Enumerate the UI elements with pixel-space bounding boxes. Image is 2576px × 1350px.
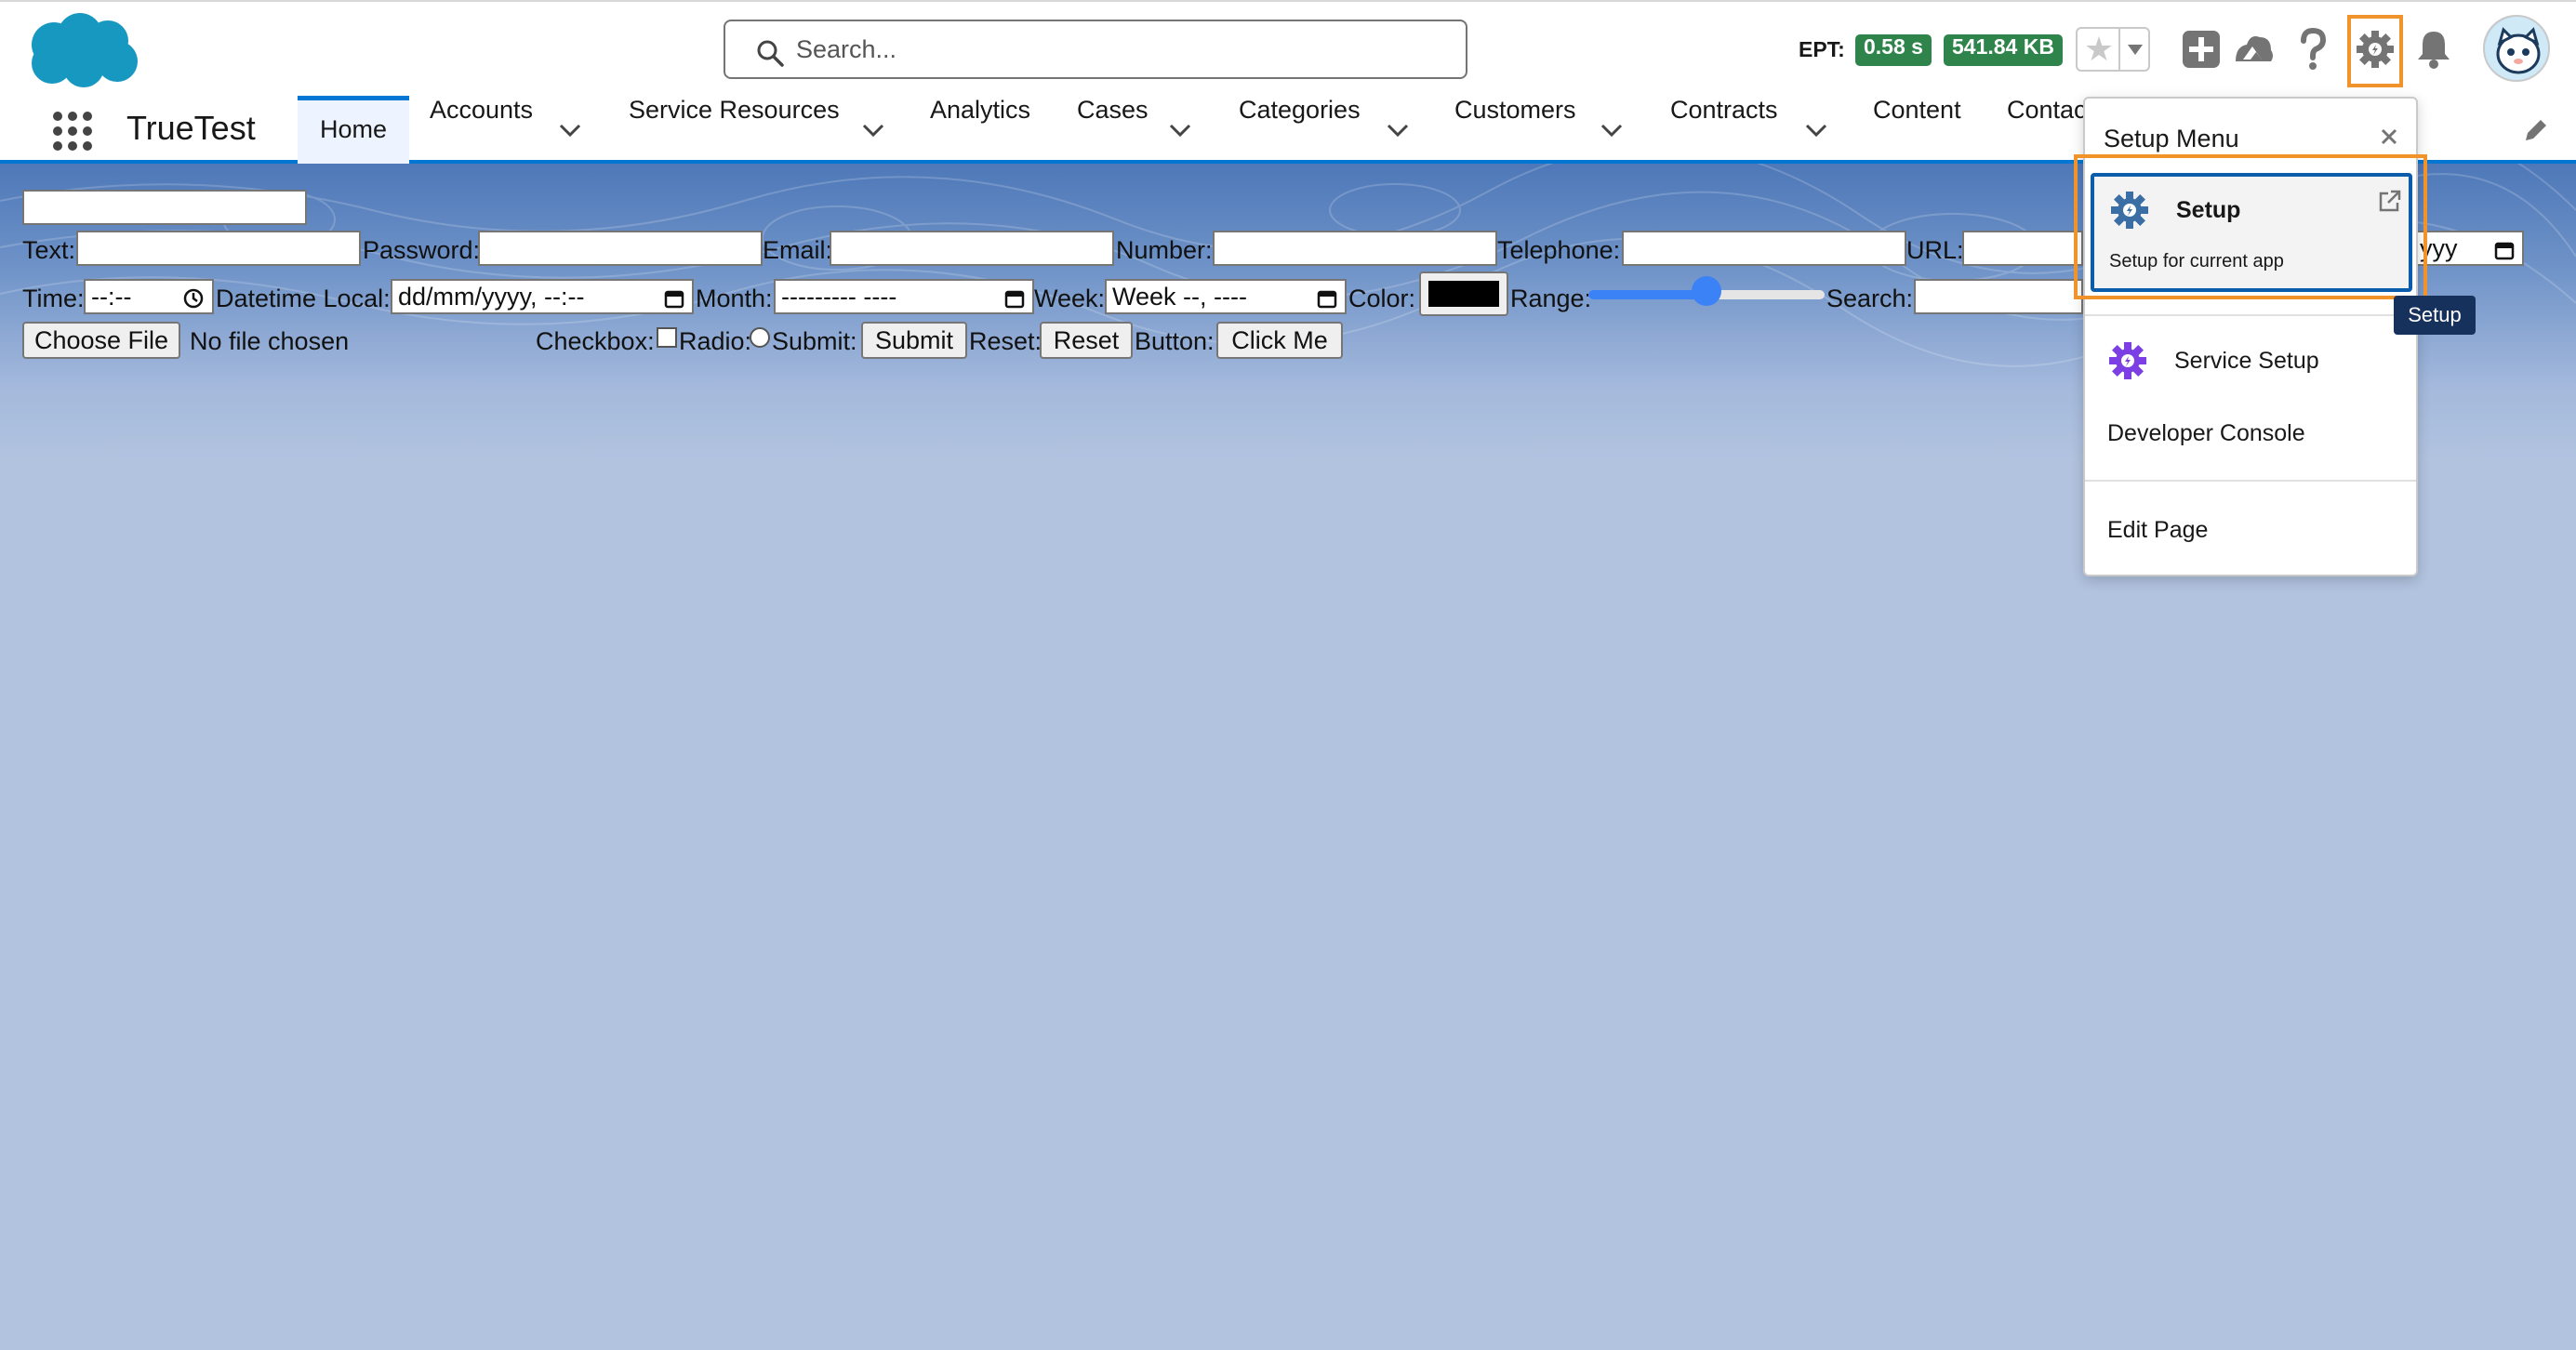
password-label: Password: xyxy=(363,236,481,264)
number-label: Number: xyxy=(1116,236,1213,264)
radio-input[interactable] xyxy=(750,327,770,348)
menu-divider xyxy=(2085,480,2416,482)
range-thumb[interactable] xyxy=(1692,276,1721,306)
month-value: --------- ---- xyxy=(781,283,897,311)
time-label: Time: xyxy=(22,285,85,312)
week-value: Week --, ---- xyxy=(1112,283,1247,311)
url-label: URL: xyxy=(1906,236,1964,264)
reset-button[interactable]: Reset xyxy=(1040,322,1133,359)
calendar-icon xyxy=(1317,290,1337,309)
choose-file-button[interactable]: Choose File xyxy=(22,322,180,359)
text-input[interactable] xyxy=(76,231,361,266)
month-input[interactable]: --------- ---- xyxy=(774,279,1034,314)
email-input[interactable] xyxy=(830,231,1114,266)
color-input[interactable] xyxy=(1419,271,1508,316)
setup-tooltip: Setup xyxy=(2394,296,2476,335)
search-label: Search: xyxy=(1826,285,1914,312)
menu-divider xyxy=(2085,314,2416,316)
telephone-label: Telephone: xyxy=(1497,236,1621,264)
calendar-icon xyxy=(1004,290,1025,309)
no-file-label: No file chosen xyxy=(190,327,350,355)
datetime-input[interactable]: dd/mm/yyyy, --:-- xyxy=(391,279,694,314)
time-input[interactable]: --:-- xyxy=(84,279,214,314)
click-me-button[interactable]: Click Me xyxy=(1216,322,1343,359)
range-label: Range: xyxy=(1510,285,1592,312)
service-setup-menu-item[interactable]: Service Setup xyxy=(2174,348,2319,375)
calendar-icon xyxy=(664,290,684,309)
url-input[interactable] xyxy=(1962,231,2083,266)
submit-button[interactable]: Submit xyxy=(861,322,967,359)
datetime-label: Datetime Local: xyxy=(216,285,391,312)
week-input[interactable]: Week --, ---- xyxy=(1105,279,1347,314)
developer-console-menu-item[interactable]: Developer Console xyxy=(2107,420,2305,447)
edit-page-menu-item[interactable]: Edit Page xyxy=(2107,517,2208,544)
reset-label: Reset: xyxy=(969,327,1042,355)
checkbox-input[interactable] xyxy=(657,327,677,348)
telephone-input[interactable] xyxy=(1622,231,1906,266)
date-input[interactable]: yyy xyxy=(2412,231,2524,266)
week-label: Week: xyxy=(1034,285,1106,312)
submit-label: Submit: xyxy=(772,327,857,355)
checkbox-label: Checkbox: xyxy=(536,327,655,355)
number-input[interactable] xyxy=(1213,231,1497,266)
radio-label: Radio: xyxy=(679,327,752,355)
service-setup-gear-icon xyxy=(2109,342,2146,379)
unlabeled-text-input[interactable] xyxy=(22,190,307,225)
search-field[interactable] xyxy=(1914,279,2083,314)
email-label: Email: xyxy=(763,236,833,264)
text-label: Text: xyxy=(22,236,76,264)
setup-menu-title: Setup Menu xyxy=(2104,125,2239,152)
month-label: Month: xyxy=(696,285,773,312)
clock-icon xyxy=(183,288,204,309)
setup-item-highlight xyxy=(2074,154,2427,299)
color-label: Color: xyxy=(1348,285,1416,312)
time-value: --:-- xyxy=(91,283,132,311)
close-icon[interactable] xyxy=(2379,126,2399,147)
range-fill xyxy=(1588,290,1706,299)
datetime-value: dd/mm/yyyy, --:-- xyxy=(398,283,585,311)
calendar-icon xyxy=(2494,242,2515,260)
color-swatch xyxy=(1428,281,1499,307)
button-label: Button: xyxy=(1135,327,1215,355)
password-input[interactable] xyxy=(478,231,763,266)
